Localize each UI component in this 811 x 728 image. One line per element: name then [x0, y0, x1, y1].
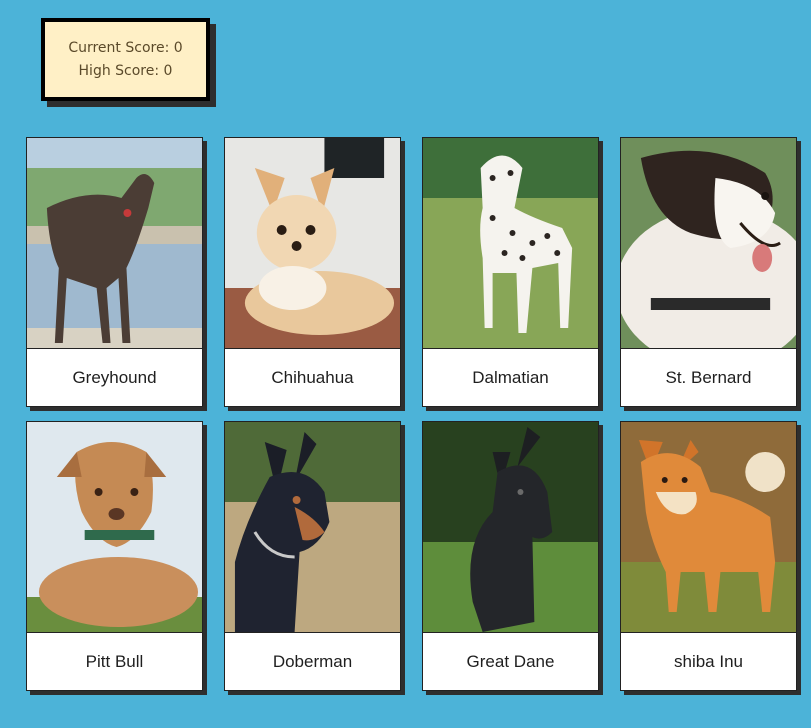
doberman-photo — [225, 422, 400, 633]
card-label: shiba Inu — [674, 651, 743, 671]
shiba-inu-photo — [621, 422, 796, 633]
dog-card-pitt-bull[interactable]: Pitt Bull — [26, 421, 203, 691]
dog-card-dalmatian[interactable]: Dalmatian — [422, 137, 599, 407]
card-label: Pitt Bull — [85, 651, 144, 671]
card-label: Great Dane — [466, 651, 555, 671]
card-label: Chihuahua — [271, 367, 354, 387]
pitt-bull-photo — [27, 422, 202, 633]
card-label: Doberman — [272, 651, 353, 671]
st-bernard-photo — [621, 138, 796, 349]
dog-card-chihuahua[interactable]: Chihuahua — [224, 137, 401, 407]
dog-card-great-dane[interactable]: Great Dane — [422, 421, 599, 691]
great-dane-photo — [423, 422, 598, 633]
dog-card-doberman[interactable]: Doberman — [224, 421, 401, 691]
dog-card-greyhound[interactable]: Greyhound — [26, 137, 203, 407]
card-label: St. Bernard — [665, 367, 752, 387]
dog-card-shiba-inu[interactable]: shiba Inu — [620, 421, 797, 691]
chihuahua-photo — [225, 138, 400, 349]
greyhound-photo — [27, 138, 202, 349]
dog-card-grid: Greyhound Chihuahua Dalmatian St. Bernar… — [26, 137, 811, 691]
current-score: Current Score: 0 — [68, 40, 183, 56]
dalmatian-photo — [423, 138, 598, 349]
card-label: Dalmatian — [472, 367, 549, 387]
dog-card-st-bernard[interactable]: St. Bernard — [620, 137, 797, 407]
high-score: High Score: 0 — [78, 63, 173, 79]
card-label: Greyhound — [72, 367, 157, 387]
scoreboard: Current Score: 0 High Score: 0 — [41, 18, 210, 101]
